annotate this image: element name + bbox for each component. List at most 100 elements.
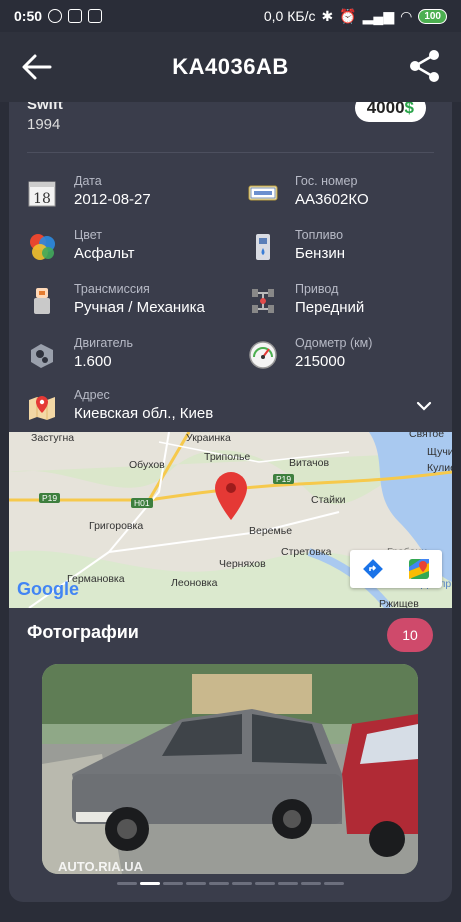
car-photo[interactable]: AUTO.RIA.UA (42, 664, 418, 874)
location-map[interactable]: Застугна Украинка Святое Обухов Триполье… (9, 432, 452, 608)
photos-title: Фотографии (27, 622, 139, 642)
spec-value: 1.600 (74, 353, 112, 370)
spec-color: Цвет Асфальт (27, 228, 227, 268)
map-label: Застугна (31, 432, 75, 444)
price-value: 4000 (366, 102, 405, 117)
share-icon[interactable] (407, 48, 443, 84)
spec-date: 18 Дата 2012-08-27 (27, 174, 227, 214)
app-icon (88, 9, 103, 23)
map-label: Черняхов (219, 558, 266, 570)
spec-label: Двигатель (74, 336, 133, 350)
spec-value: АА3602КО (295, 191, 369, 208)
spec-label: Гос. номер (295, 174, 358, 188)
system-nav-bar (0, 902, 461, 922)
engine-icon (31, 344, 53, 368)
pagination-dot[interactable] (301, 882, 321, 885)
spec-odometer: Одометр (км) 215000 (248, 336, 448, 376)
chevron-down-icon[interactable] (414, 396, 434, 416)
spec-label: Привод (295, 282, 339, 296)
map-label: Украинка (186, 432, 231, 444)
pagination-dot[interactable] (255, 882, 275, 885)
map-label: Триполье (204, 451, 251, 463)
google-logo: Google (17, 579, 79, 600)
license-plate-icon (248, 185, 278, 201)
map-label: Стайки (311, 494, 346, 506)
map-label: Обухов (129, 459, 165, 471)
watermark-text: AUTO.RIA.UA (58, 859, 143, 874)
signal-icon: ▂▄▆ (362, 7, 395, 24)
news-icon (68, 9, 83, 23)
google-logo-text: Google (17, 579, 79, 599)
map-label: Веремье (249, 525, 293, 537)
address-label: Адрес (74, 388, 110, 402)
pagination-dot-active[interactable] (140, 882, 160, 885)
battery-indicator: 100 (418, 8, 447, 24)
status-bar: 0:50 0,0 КБ/с ✱ ⏰ ▂▄▆ ◠ 100 (0, 0, 461, 32)
map-label: Кулие (427, 462, 452, 474)
pagination-dot[interactable] (324, 882, 344, 885)
spec-label: Цвет (74, 228, 103, 242)
gear-shift-icon (34, 288, 50, 314)
facebook-icon (48, 9, 63, 23)
spec-engine: Двигатель 1.600 (27, 336, 227, 376)
spec-value: Передний (295, 299, 365, 316)
photo-pagination (9, 882, 452, 885)
road-shield: P19 (273, 474, 295, 484)
spec-value: Асфальт (74, 245, 135, 262)
status-time: 0:50 (14, 8, 43, 24)
svg-text:18: 18 (33, 191, 51, 207)
map-label: Витачов (289, 457, 330, 469)
calendar-icon: 18 (28, 181, 56, 207)
map-label: Святое (409, 432, 445, 440)
pagination-dot[interactable] (209, 882, 229, 885)
drivetrain-icon (252, 289, 274, 313)
spec-value: 2012-08-27 (74, 191, 151, 208)
spec-plate: Гос. номер АА3602КО (248, 174, 448, 214)
spec-drive: Привод Передний (248, 282, 448, 322)
spec-value: Ручная / Механика (74, 299, 205, 316)
directions-icon (363, 559, 383, 579)
google-maps-icon (409, 559, 429, 579)
car-model: Swift (27, 102, 63, 113)
map-label: Григоровка (89, 520, 144, 532)
spec-label: Дата (74, 174, 102, 188)
road-shield: H01 (131, 498, 153, 508)
wifi-icon: ◠ (400, 7, 413, 24)
car-year: 1994 (27, 116, 61, 133)
bluetooth-icon: ✱ (321, 7, 334, 24)
app-bar: KA4036AB (0, 32, 461, 102)
photos-count-badge[interactable]: 10 (387, 618, 433, 652)
spec-label: Одометр (км) (295, 336, 373, 350)
page-title: KA4036AB (172, 54, 289, 79)
open-maps-button[interactable] (396, 550, 442, 588)
divider (27, 152, 434, 153)
pagination-dot[interactable] (186, 882, 206, 885)
odometer-icon (249, 341, 277, 369)
pagination-dot[interactable] (232, 882, 252, 885)
spec-fuel: Топливо Бензин (248, 228, 448, 268)
arrow-left-icon[interactable] (20, 52, 54, 82)
map-label: Ржищев (379, 598, 419, 608)
model-row: Swift 1994 4000$ (27, 102, 434, 154)
address-value: Киевская обл., Киев (74, 405, 214, 422)
spec-transmission: Трансмиссия Ручная / Механика (27, 282, 227, 322)
address-row[interactable]: Адрес Киевская обл., Киев (27, 388, 434, 428)
map-label: Стретовка (281, 546, 332, 558)
color-palette-icon (30, 234, 55, 260)
car-photo-image (42, 664, 418, 874)
car-details-card: Swift 1994 4000$ 18 Дата 2012-08-27 Гос.… (9, 102, 452, 902)
spec-label: Топливо (295, 228, 344, 242)
map-label: Щучи (427, 446, 452, 458)
pagination-dot[interactable] (117, 882, 137, 885)
price-currency: $ (404, 102, 414, 117)
alarm-icon: ⏰ (339, 7, 357, 24)
road-shield: P19 (39, 493, 61, 503)
pagination-dot[interactable] (278, 882, 298, 885)
price-badge: 4000$ (354, 102, 426, 122)
pagination-dot[interactable] (163, 882, 183, 885)
fuel-icon (256, 234, 270, 260)
spec-value: 215000 (295, 353, 346, 370)
map-pin-icon (29, 396, 55, 420)
directions-button[interactable] (350, 550, 396, 588)
spec-value: Бензин (295, 245, 346, 262)
